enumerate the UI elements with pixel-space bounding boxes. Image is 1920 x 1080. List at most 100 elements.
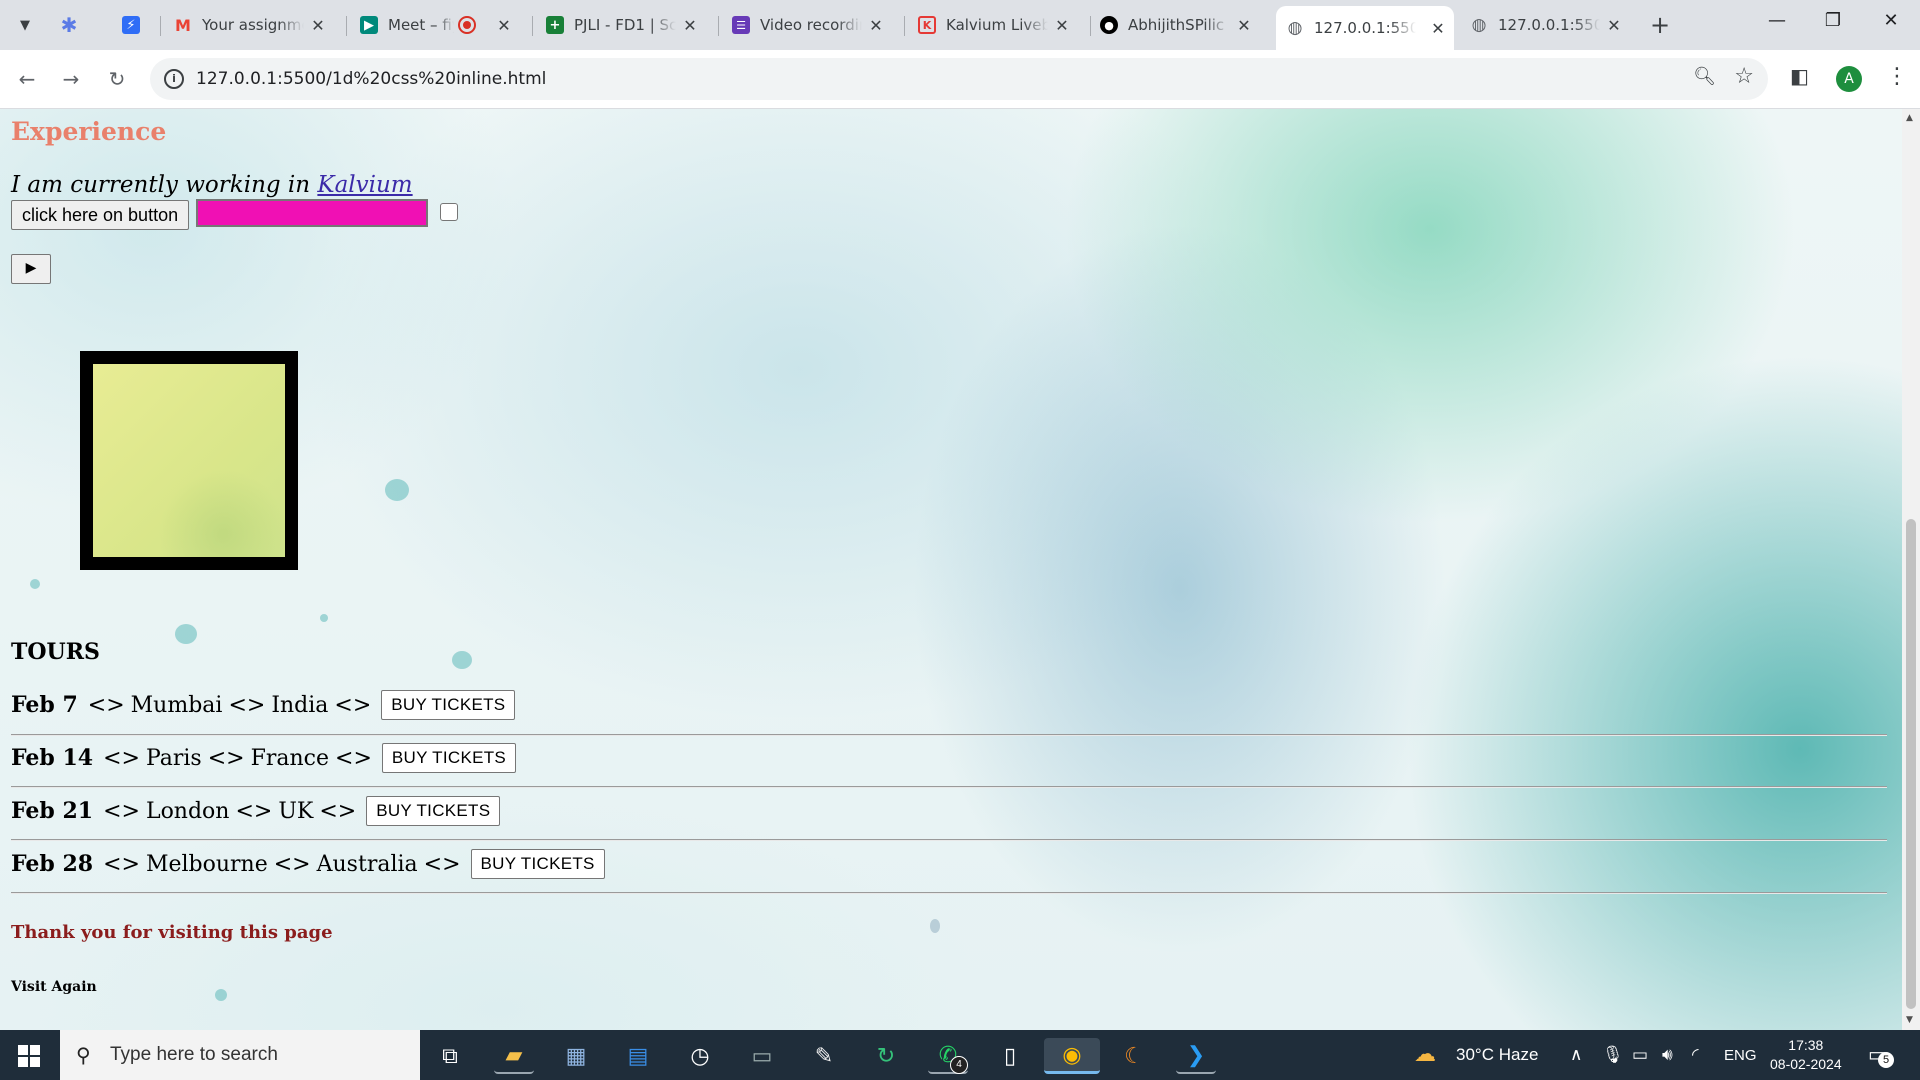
- taskbar-search[interactable]: ⚲ Type here to search: [60, 1030, 420, 1080]
- chevron-up-icon[interactable]: ∧: [1570, 1045, 1582, 1065]
- tab-title: 127.0.0.1:5500: [1314, 19, 1416, 37]
- screen-recorder-icon[interactable]: ▭: [742, 1038, 782, 1074]
- windows-start-button[interactable]: [18, 1045, 40, 1067]
- tab-strip: ▼ ✱ ⚡ M Your assignme ✕ ▶ Meet – fiy ✕ +…: [0, 0, 1920, 50]
- tab-kalvium[interactable]: K Kalvium Liveb ✕: [918, 8, 1078, 42]
- eclipse-icon[interactable]: ☾: [1114, 1038, 1154, 1074]
- buy-tickets-button[interactable]: BUY TICKETS: [381, 690, 516, 720]
- tab-github[interactable]: ● AbhijithSPilic ✕: [1100, 8, 1260, 42]
- wifi-icon[interactable]: ◜: [1692, 1045, 1699, 1065]
- weather-text[interactable]: 30°C Haze: [1456, 1045, 1538, 1065]
- url-text[interactable]: 127.0.0.1:5500/1d%20css%20inline.html: [196, 69, 546, 89]
- tab-title: 127.0.0.1:5500: [1498, 16, 1600, 34]
- profile-avatar[interactable]: A: [1836, 66, 1862, 92]
- tour-separator: <>: [87, 692, 125, 718]
- minimize-button[interactable]: —: [1754, 10, 1800, 31]
- notepad-icon[interactable]: ▯: [990, 1038, 1030, 1074]
- tab-pinned-2[interactable]: ⚡: [122, 8, 150, 42]
- close-icon[interactable]: ✕: [866, 15, 886, 35]
- buy-tickets-button[interactable]: BUY TICKETS: [470, 849, 605, 879]
- address-bar[interactable]: i 127.0.0.1:5500/1d%20css%20inline.html …: [150, 58, 1768, 100]
- whatsapp-icon[interactable]: ✆ 4: [928, 1038, 968, 1074]
- vscode-icon[interactable]: ❯: [1176, 1038, 1216, 1074]
- forward-button[interactable]: →: [56, 64, 86, 94]
- tab-localhost-active[interactable]: ◍ 127.0.0.1:5500 ✕: [1276, 6, 1454, 50]
- clock-time: 17:38: [1788, 1037, 1824, 1053]
- reload-icon: ↻: [108, 67, 126, 91]
- close-icon[interactable]: ✕: [1052, 15, 1072, 35]
- color-picker-input[interactable]: [196, 199, 428, 227]
- tour-city: Paris: [145, 745, 202, 771]
- tab-sheets[interactable]: + PJLI - FD1 | Sc ✕: [546, 8, 706, 42]
- buy-tickets-button[interactable]: BUY TICKETS: [381, 743, 517, 773]
- language-indicator[interactable]: ENG: [1724, 1047, 1757, 1064]
- close-icon[interactable]: ✕: [1234, 15, 1254, 35]
- paint-icon[interactable]: ✎: [804, 1038, 844, 1074]
- restore-button[interactable]: ❐: [1810, 10, 1856, 31]
- page-scrollbar[interactable]: ▲ ▼: [1902, 109, 1920, 1030]
- tab-meet[interactable]: ▶ Meet – fiy ✕: [360, 8, 520, 42]
- volume-icon[interactable]: 🔊︎: [1662, 1045, 1673, 1065]
- tour-row: Feb 14 <> Paris <> France <> BUY TICKETS: [11, 743, 517, 773]
- tab-search-button[interactable]: ▼: [12, 12, 38, 38]
- close-icon[interactable]: ✕: [1604, 15, 1624, 35]
- tab-gmail[interactable]: M Your assignme ✕: [174, 8, 334, 42]
- site-info-icon[interactable]: i: [164, 69, 184, 89]
- close-icon[interactable]: ✕: [680, 15, 700, 35]
- refresh-app-icon[interactable]: ↻: [866, 1038, 906, 1074]
- notification-center-button[interactable]: ▭ 5: [1868, 1042, 1894, 1068]
- battery-icon[interactable]: ▭: [1632, 1045, 1648, 1065]
- splatter: [30, 579, 40, 589]
- bookmark-star-icon[interactable]: ☆: [1734, 64, 1754, 89]
- click-here-button[interactable]: click here on button: [11, 200, 190, 230]
- globe-icon: ◍: [1471, 15, 1487, 35]
- zoom-icon[interactable]: 🔍︎: [1693, 66, 1716, 87]
- taskbar-clock[interactable]: 17:38 08-02-2024: [1770, 1036, 1842, 1074]
- scroll-down-arrow-icon[interactable]: ▼: [1906, 1015, 1913, 1025]
- bolt-icon: ⚡: [122, 16, 140, 34]
- close-window-button[interactable]: ✕: [1868, 10, 1914, 31]
- side-panel-icon[interactable]: ◧: [1790, 64, 1809, 88]
- page-viewport: Experience I am currently working in Kal…: [0, 109, 1920, 1030]
- checkbox-input[interactable]: [440, 203, 458, 221]
- buy-tickets-button[interactable]: BUY TICKETS: [366, 796, 501, 826]
- reload-button[interactable]: ↻: [102, 64, 132, 94]
- tab-forms[interactable]: ☰ Video recordin ✕: [732, 8, 892, 42]
- search-placeholder: Type here to search: [110, 1044, 278, 1065]
- tour-date: Feb 7: [11, 692, 78, 718]
- tab-separator: [1090, 16, 1091, 36]
- visit-again-text: Visit Again: [11, 979, 97, 995]
- recording-icon: [458, 16, 476, 34]
- globe-icon: ◍: [1287, 18, 1303, 38]
- clock-app-icon[interactable]: ◷: [680, 1038, 720, 1074]
- scroll-up-arrow-icon[interactable]: ▲: [1906, 113, 1913, 123]
- tab-localhost-2[interactable]: ◍ 127.0.0.1:5500 ✕: [1470, 8, 1630, 42]
- tour-row: Feb 7 <> Mumbai <> India <> BUY TICKETS: [11, 690, 516, 720]
- menu-kebab-icon[interactable]: ⋮: [1886, 64, 1908, 89]
- calculator-icon[interactable]: ▦: [556, 1038, 596, 1074]
- calendar-icon[interactable]: ▤: [618, 1038, 658, 1074]
- tab-title: PJLI - FD1 | Sc: [574, 16, 676, 34]
- close-icon[interactable]: ✕: [308, 15, 328, 35]
- clock-date: 08-02-2024: [1770, 1056, 1842, 1072]
- play-button[interactable]: ▶: [11, 254, 51, 284]
- splatter: [930, 919, 940, 933]
- tour-row: Feb 21 <> London <> UK <> BUY TICKETS: [11, 796, 501, 826]
- kalvium-link[interactable]: Kalvium: [317, 172, 412, 198]
- microphone-icon[interactable]: 🎙︎: [1602, 1045, 1624, 1065]
- file-explorer-icon[interactable]: ▰: [494, 1038, 534, 1074]
- chrome-icon[interactable]: ◉: [1044, 1038, 1100, 1074]
- close-icon[interactable]: ✕: [1428, 18, 1448, 38]
- github-icon: ●: [1100, 16, 1118, 34]
- tab-separator: [904, 16, 905, 36]
- experience-heading: Experience: [11, 117, 167, 146]
- new-tab-button[interactable]: +: [1650, 12, 1670, 38]
- scrollbar-thumb[interactable]: [1906, 519, 1916, 1009]
- task-view-icon[interactable]: ⧉: [430, 1038, 470, 1074]
- chevron-down-icon: ▼: [20, 17, 30, 33]
- back-button[interactable]: ←: [12, 64, 42, 94]
- splatter: [452, 651, 472, 669]
- tab-pinned-1[interactable]: ✱: [60, 8, 88, 42]
- close-icon[interactable]: ✕: [494, 15, 514, 35]
- tab-title: Kalvium Liveb: [946, 16, 1048, 34]
